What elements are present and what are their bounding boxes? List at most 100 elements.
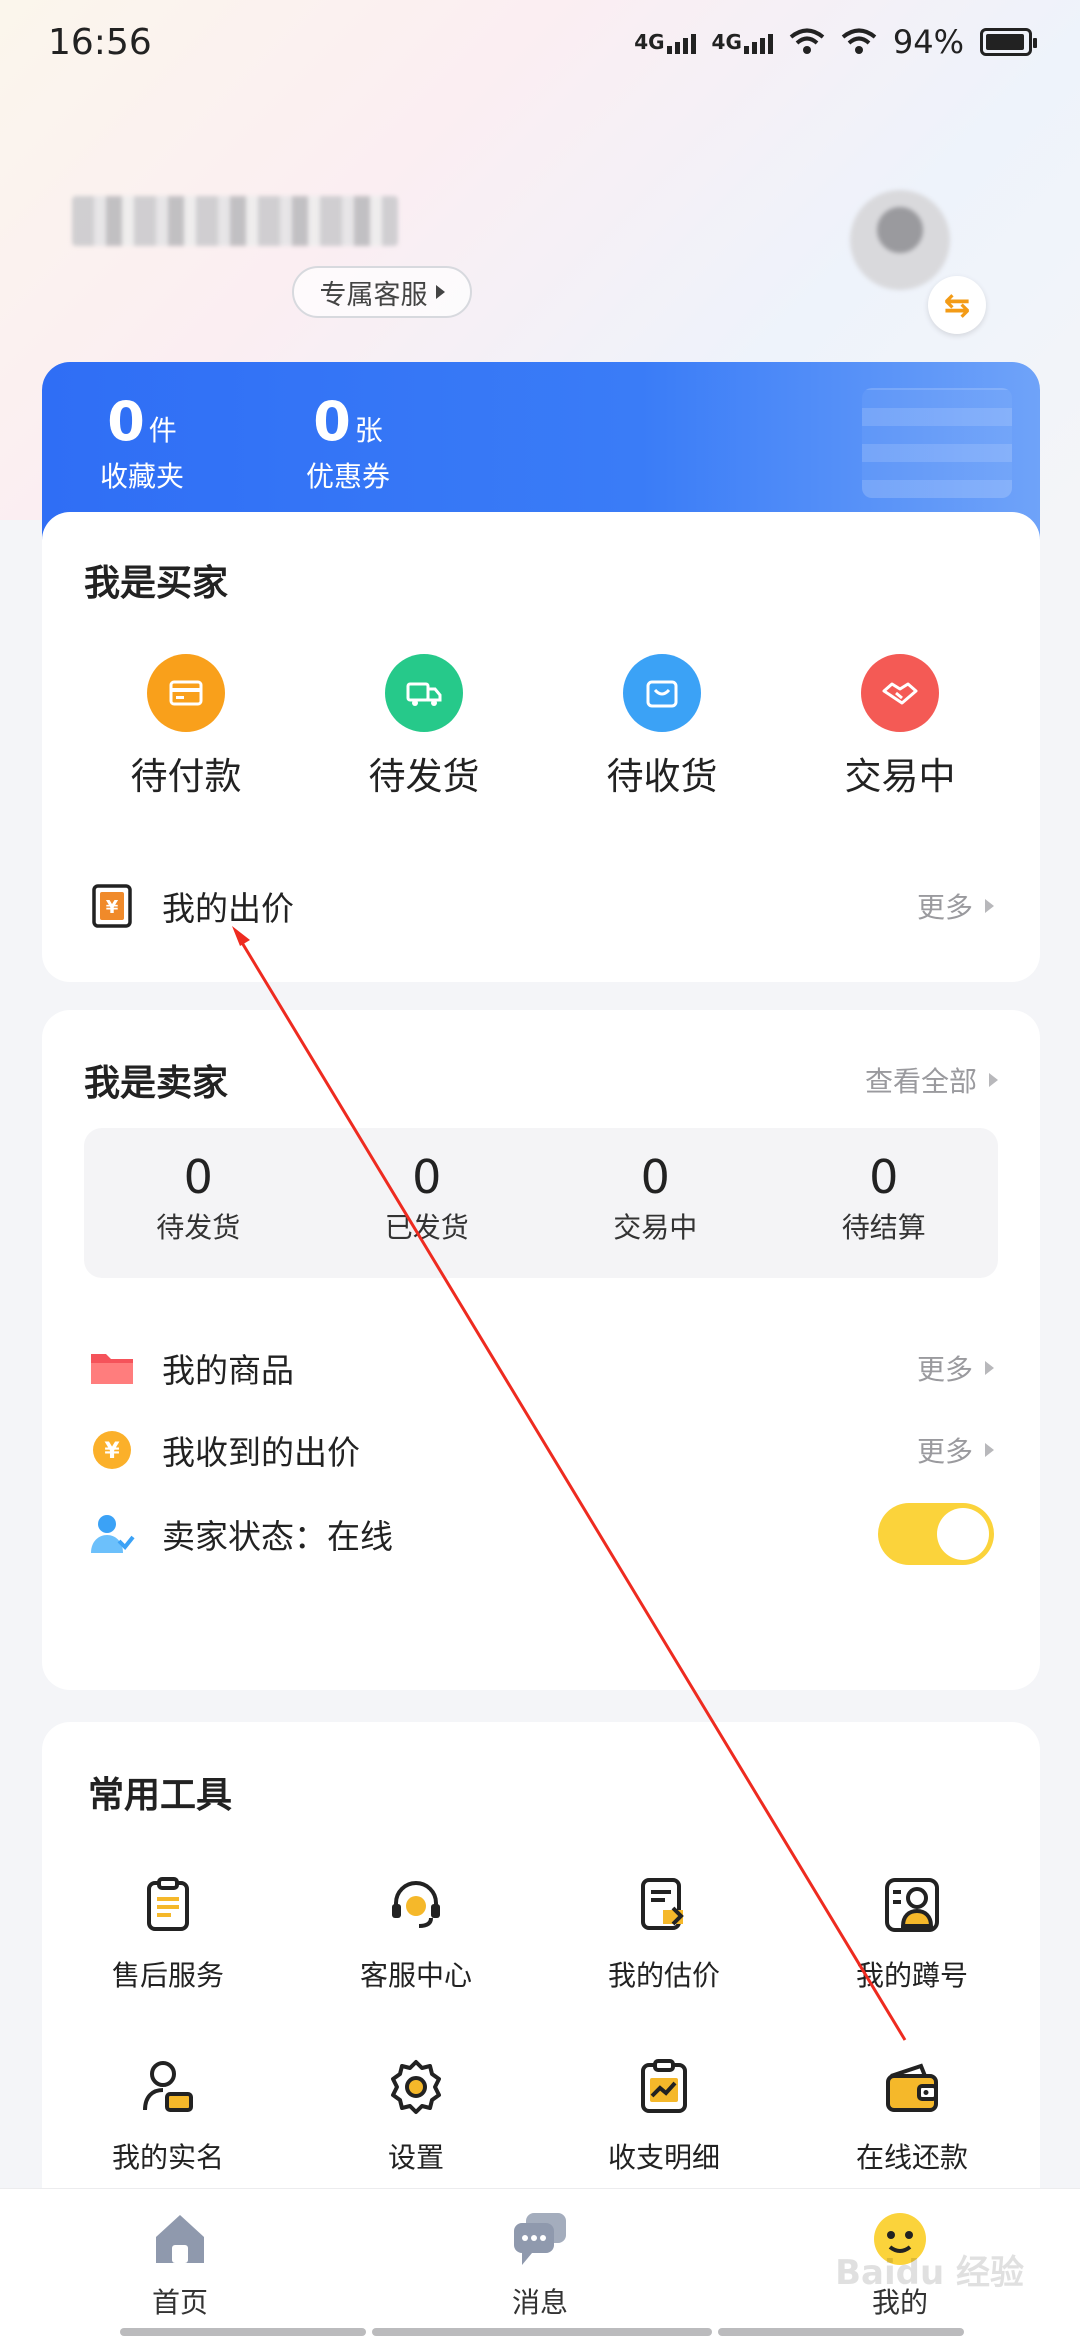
chevron-right-icon — [989, 1073, 998, 1087]
avatar[interactable] — [850, 190, 950, 290]
favorites-label: 收藏夹 — [100, 460, 185, 493]
order-pending-shipment[interactable]: 待发货 — [344, 654, 504, 800]
battery-percent: 94% — [892, 23, 964, 61]
tool-real-name[interactable]: 我的实名 — [68, 2056, 268, 2176]
decorative-pattern — [862, 388, 1012, 498]
seller-online-toggle[interactable] — [878, 1503, 994, 1565]
order-label: 待发货 — [368, 755, 480, 798]
seller-stat-pending-settle[interactable]: 0 待结算 — [770, 1128, 999, 1278]
buyer-title: 我是买家 — [84, 563, 229, 604]
coupons-label: 优惠券 — [306, 460, 391, 493]
seller-status-label: 卖家状态：在线 — [162, 1517, 393, 1556]
stat-number: 0 — [412, 1150, 442, 1204]
gesture-bar — [120, 2328, 366, 2336]
status-icons: 4G 4G 94% — [634, 23, 1037, 61]
tool-service-center[interactable]: 客服中心 — [316, 1874, 516, 1994]
truck-icon — [385, 654, 463, 732]
seller-stat-shipped[interactable]: 0 已发货 — [313, 1128, 542, 1278]
tool-online-repayment[interactable]: 在线还款 — [812, 2056, 1012, 2176]
battery-fill — [986, 34, 1024, 50]
ledger-chart-icon — [641, 2059, 687, 2113]
received-bids-label: 我收到的出价 — [162, 1433, 360, 1472]
battery-icon — [980, 28, 1037, 56]
tool-settings[interactable]: 设置 — [316, 2056, 516, 2176]
network-type-1: 4G — [634, 30, 665, 54]
seller-stat-in-trade[interactable]: 0 交易中 — [541, 1128, 770, 1278]
coupons-stat[interactable]: 0张 优惠券 — [306, 390, 390, 495]
buyer-card: 我是买家 待付款 待发货 待收货 交易中 ¥ 我的出价 更多 — [42, 512, 1040, 982]
seller-user-icon — [88, 1510, 136, 1558]
network-type-2: 4G — [711, 30, 742, 54]
tools-card: 常用工具 售后服务 客服中心 我的估价 我的蹲号 我的实名 设置 收支明细 在线… — [42, 1722, 1040, 2242]
more-label: 更多 — [916, 891, 973, 924]
order-label: 交易中 — [844, 755, 956, 798]
user-name-blurred — [72, 196, 398, 246]
seller-stat-pending-ship[interactable]: 0 待发货 — [84, 1128, 313, 1278]
received-bids-row[interactable]: ¥ 我收到的出价 更多 — [42, 1410, 1040, 1490]
stat-number: 0 — [183, 1150, 213, 1204]
exclusive-service-label: 专属客服 — [319, 279, 428, 311]
tool-label: 我的实名 — [111, 2141, 224, 2174]
cellular-signal-icon: 4G — [712, 30, 773, 54]
switch-account-icon[interactable]: ⇆ — [928, 276, 986, 334]
svg-text:¥: ¥ — [104, 1439, 120, 1464]
handshake-icon — [861, 654, 939, 732]
coupons-unit: 张 — [354, 414, 383, 447]
price-tag-icon: ¥ — [88, 882, 136, 930]
favorites-stat[interactable]: 0件 收藏夹 — [100, 390, 184, 495]
favorites-count: 0 — [107, 390, 145, 453]
wallet-card-icon — [886, 2063, 938, 2112]
my-goods-more[interactable]: 更多 — [917, 1348, 994, 1388]
seller-card: 我是卖家 查看全部 0 待发货 0 已发货 0 交易中 0 待结算 我的商品 更多 ¥ … — [42, 1010, 1040, 1690]
wifi-icon — [789, 28, 825, 54]
nav-label: 消息 — [511, 2286, 568, 2319]
status-bar: 16:56 4G 4G 94% — [0, 0, 1080, 84]
tools-title: 常用工具 — [88, 1775, 233, 1816]
favorites-unit: 件 — [148, 414, 177, 447]
tool-label: 收支明细 — [607, 2141, 720, 2174]
gesture-bar — [718, 2328, 964, 2336]
tool-label: 我的蹲号 — [855, 1959, 968, 1992]
watermark: Baidu 经验 — [835, 2253, 1024, 2293]
order-pending-payment[interactable]: 待付款 — [106, 654, 266, 800]
bottom-navigation: 首页 消息 我的 Baidu 经验 — [0, 2188, 1080, 2340]
seller-title: 我是卖家 — [84, 1063, 229, 1104]
coin-yen-icon: ¥ — [88, 1426, 136, 1474]
nav-messages[interactable]: 消息 — [440, 2207, 640, 2321]
folder-icon — [88, 1344, 136, 1392]
seller-stats: 0 待发货 0 已发货 0 交易中 0 待结算 — [84, 1128, 998, 1278]
coupons-count: 0 — [313, 390, 351, 453]
status-time: 16:56 — [48, 21, 152, 63]
appraisal-icon — [641, 1878, 684, 1930]
my-bid-row[interactable]: ¥ 我的出价 更多 — [42, 866, 1040, 946]
clipboard-icon — [147, 1877, 189, 1931]
my-bid-label: 我的出价 — [162, 889, 294, 928]
tool-watch-accounts[interactable]: 我的蹲号 — [812, 1874, 1012, 1994]
order-in-trade[interactable]: 交易中 — [820, 654, 980, 800]
my-bid-more[interactable]: 更多 — [917, 886, 994, 926]
exclusive-service-button[interactable]: 专属客服 — [292, 266, 472, 318]
tool-label: 我的估价 — [607, 1959, 720, 1992]
my-goods-row[interactable]: 我的商品 更多 — [42, 1328, 1040, 1408]
tool-income-expense[interactable]: 收支明细 — [564, 2056, 764, 2176]
watch-user-icon — [885, 1878, 939, 1932]
my-goods-label: 我的商品 — [162, 1351, 294, 1390]
chevron-right-icon — [985, 899, 994, 913]
received-bids-more[interactable]: 更多 — [917, 1430, 994, 1470]
tool-label: 客服中心 — [359, 1959, 472, 1992]
home-icon — [156, 2215, 204, 2263]
nav-label: 首页 — [151, 2286, 208, 2319]
tool-my-appraisal[interactable]: 我的估价 — [564, 1874, 764, 1994]
more-label: 更多 — [916, 1435, 973, 1468]
view-all-link[interactable]: 查看全部 — [865, 1060, 998, 1100]
headset-icon — [392, 1881, 440, 1928]
stat-number: 0 — [640, 1150, 670, 1204]
tool-label: 售后服务 — [111, 1959, 224, 1992]
tool-label: 在线还款 — [855, 2141, 968, 2174]
settings-gear-icon — [391, 2060, 441, 2114]
order-pending-receipt[interactable]: 待收货 — [582, 654, 742, 800]
nav-home[interactable]: 首页 — [80, 2207, 280, 2321]
tool-after-sales[interactable]: 售后服务 — [68, 1874, 268, 1994]
stat-label: 待发货 — [156, 1211, 241, 1244]
id-user-icon — [143, 2061, 193, 2112]
